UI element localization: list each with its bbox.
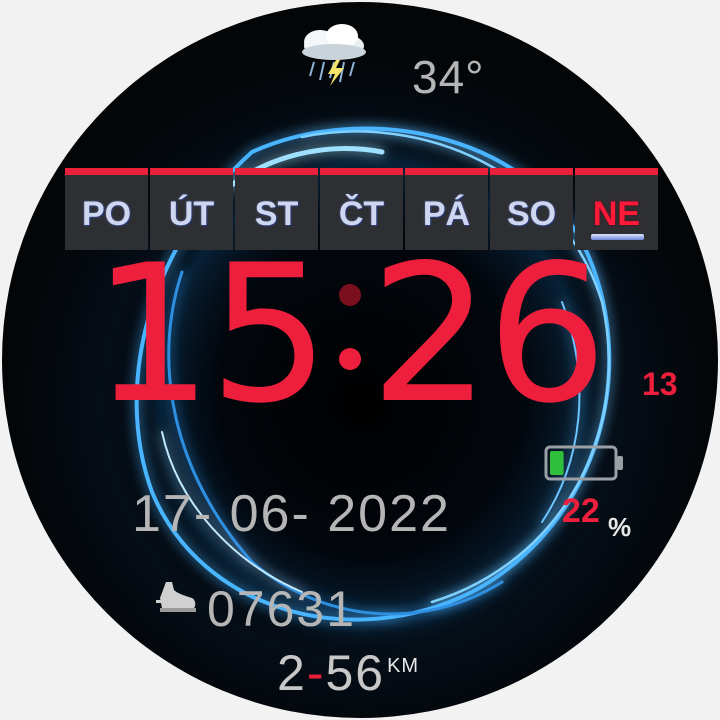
rain-cloud-icon — [302, 24, 366, 86]
date-month: 06 — [229, 485, 292, 543]
battery-percent-sign: % — [608, 512, 632, 542]
time-minutes: 26 — [369, 224, 608, 445]
distance-fraction: 56 — [325, 645, 386, 701]
date-separator: - — [291, 485, 311, 543]
step-count: 07631 — [207, 581, 357, 637]
shoe-icon — [156, 582, 196, 612]
distance-unit: KM — [387, 655, 420, 677]
date: 17- 06- 2022 — [132, 484, 451, 544]
distance-separator: - — [306, 645, 326, 701]
colon-dot-bottom — [338, 348, 361, 370]
time-hours: 15 — [92, 224, 330, 445]
battery-level-fill — [550, 451, 564, 475]
digital-time: 15 26 — [92, 240, 608, 430]
temperature: 34° — [412, 51, 485, 103]
distance-whole: 2 — [277, 645, 307, 701]
date-separator: - — [193, 485, 214, 543]
date-year: 2022 — [327, 485, 451, 543]
time-colon — [326, 240, 370, 430]
date-day: 17 — [132, 485, 194, 543]
time-seconds: 13 — [642, 366, 678, 402]
distance: 2-56 KM — [277, 644, 419, 702]
watch-face: 34° PO ÚT ST ČT PÁ SO NE 15 26 13 22 % 1… — [2, 2, 718, 718]
colon-dot-top — [338, 284, 361, 306]
battery-icon — [544, 445, 623, 481]
battery-percent: 22 — [562, 492, 600, 530]
